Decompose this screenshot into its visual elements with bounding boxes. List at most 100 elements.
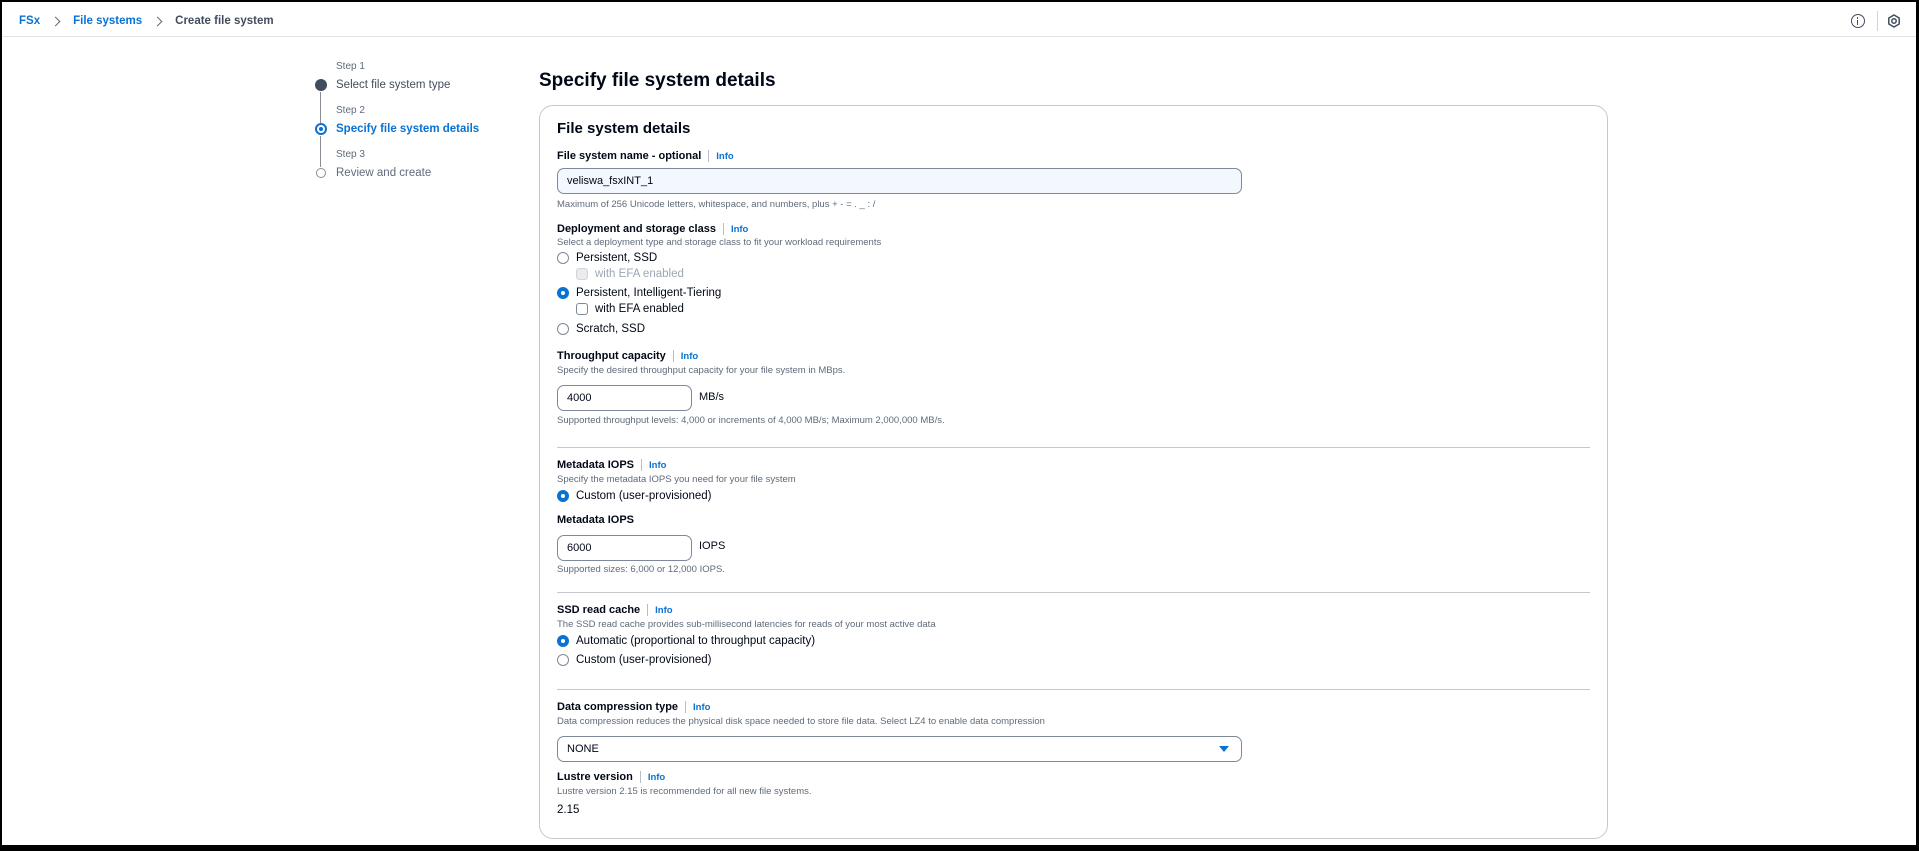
compression-select-value: NONE [567,743,599,755]
divider [708,150,710,162]
throughput-desc: Specify the desired throughput capacity … [557,365,846,376]
radio-checked-icon [557,635,569,647]
divider [722,223,724,235]
divider [1877,11,1878,31]
checkbox-label: with EFA enabled [595,268,684,280]
throughput-unit: MB/s [699,391,725,403]
step-current-icon [315,123,327,135]
checkbox-efa-ssd: with EFA enabled [576,268,684,280]
step-pending-icon [316,168,326,178]
radio-label: Scratch, SSD [576,323,646,335]
radio-label: Persistent, SSD [576,252,658,264]
deployment-label: Deployment and storage class Info [557,223,748,235]
section-divider [557,689,1590,690]
checkbox-unchecked-icon [576,303,588,315]
caret-down-icon [1219,746,1229,752]
breadcrumb: FSx File systems Create file system [19,15,274,27]
compression-label: Data compression type Info [557,701,710,713]
ssd-cache-label: SSD read cache Info [557,604,673,616]
file-system-details-panel: File system details File system name - o… [539,105,1608,839]
compression-select[interactable]: NONE [557,736,1242,762]
lustre-desc: Lustre version 2.15 is recommended for a… [557,786,812,797]
wizard-steps: Step 1 Select file system type Step 2 Sp… [314,61,514,193]
radio-metadata-custom[interactable]: Custom (user-provisioned) [557,490,712,502]
checkbox-label: with EFA enabled [595,303,684,315]
fs-name-input[interactable]: veliswa_fsxINT_1 [557,168,1242,194]
info-circle-icon[interactable] [1851,14,1865,28]
divider [685,701,687,713]
radio-scratch-ssd[interactable]: Scratch, SSD [557,323,645,335]
compression-desc: Data compression reduces the physical di… [557,716,1045,727]
lustre-version-value: 2.15 [557,804,580,816]
ssd-cache-label-text: SSD read cache [557,604,641,616]
divider [647,604,649,616]
step-2[interactable]: Step 2 Specify file system details [314,105,514,149]
step-complete-icon [315,79,327,91]
breadcrumb-file-systems[interactable]: File systems [73,15,142,27]
settings-icon[interactable] [1887,14,1901,28]
top-bar: FSx File systems Create file system [2,2,1916,37]
ssd-cache-desc: The SSD read cache provides sub-millisec… [557,619,936,630]
chevron-right-icon [50,16,61,26]
metadata-desc: Specify the metadata IOPS you need for y… [557,474,796,485]
deployment-info-link[interactable]: Info [731,224,748,235]
fs-name-info-link[interactable]: Info [716,151,733,162]
breadcrumb-current: Create file system [175,15,274,27]
console-frame: FSx File systems Create file system Step… [2,2,1916,845]
lustre-label: Lustre version Info [557,771,665,783]
checkbox-efa-intelligent-tiering[interactable]: with EFA enabled [576,303,684,315]
metadata-iops-unit: IOPS [699,540,726,552]
throughput-hint: Supported throughput levels: 4,000 or in… [557,415,945,426]
metadata-iops-input[interactable]: 6000 [557,535,692,561]
deployment-desc: Select a deployment type and storage cla… [557,237,882,248]
divider [641,459,643,471]
lustre-label-text: Lustre version [557,771,633,783]
step-3: Step 3 Review and create [314,149,514,193]
page-title: Specify file system details [539,70,776,91]
radio-label: Persistent, Intelligent-Tiering [576,287,722,299]
checkbox-disabled-icon [576,268,588,280]
step-number: Step 1 [336,61,365,72]
radio-label: Custom (user-provisioned) [576,490,712,502]
metadata-iops-hint: Supported sizes: 6,000 or 12,000 IOPS. [557,564,725,575]
radio-ssd-cache-automatic[interactable]: Automatic (proportional to throughput ca… [557,635,815,647]
radio-unchecked-icon [557,323,569,335]
fs-name-label: File system name - optional Info [557,150,734,162]
chevron-right-icon [152,16,163,26]
metadata-label: Metadata IOPS Info [557,459,666,471]
divider [639,771,641,783]
breadcrumb-fsx[interactable]: FSx [19,15,40,27]
divider [672,350,674,362]
radio-checked-icon [557,490,569,502]
metadata-iops-sublabel: Metadata IOPS [557,514,635,526]
throughput-label-text: Throughput capacity [557,350,666,362]
throughput-input[interactable]: 4000 [557,385,692,411]
step-title: Select file system type [336,79,451,91]
radio-persistent-intelligent-tiering[interactable]: Persistent, Intelligent-Tiering [557,287,721,299]
metadata-label-text: Metadata IOPS [557,459,635,471]
ssd-cache-info-link[interactable]: Info [655,605,672,616]
step-number: Step 3 [336,149,365,160]
step-1[interactable]: Step 1 Select file system type [314,61,514,105]
section-divider [557,592,1590,593]
radio-checked-icon [557,287,569,299]
radio-ssd-cache-custom[interactable]: Custom (user-provisioned) [557,654,712,666]
step-number: Step 2 [336,105,365,116]
fs-name-hint: Maximum of 256 Unicode letters, whitespa… [557,199,876,210]
radio-persistent-ssd[interactable]: Persistent, SSD [557,252,657,264]
step-title: Review and create [336,167,432,179]
throughput-info-link[interactable]: Info [681,351,698,362]
compression-label-text: Data compression type [557,701,679,713]
metadata-info-link[interactable]: Info [649,460,666,471]
lustre-info-link[interactable]: Info [648,772,665,783]
panel-title: File system details [557,120,691,137]
fs-name-label-text: File system name - optional [557,150,702,162]
radio-unchecked-icon [557,654,569,666]
section-divider [557,447,1590,448]
compression-info-link[interactable]: Info [693,702,710,713]
radio-unchecked-icon [557,252,569,264]
top-bar-icons [1851,11,1916,31]
step-title: Specify file system details [336,123,480,135]
throughput-label: Throughput capacity Info [557,350,698,362]
radio-label: Custom (user-provisioned) [576,654,712,666]
